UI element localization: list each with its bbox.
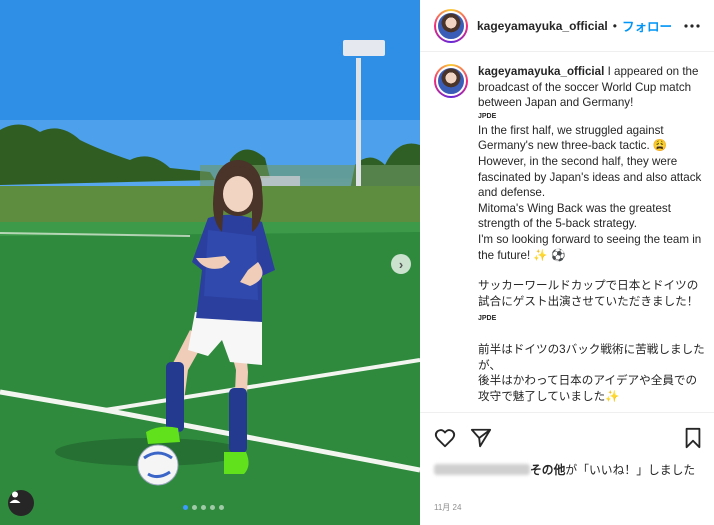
caption-intro: kageyamayuka_official I appeared on the … <box>478 64 706 111</box>
post-date: 11月 24 <box>434 503 462 512</box>
soccer-field-photo <box>0 0 420 525</box>
caption-jp-line1: サッカーワールドカップで日本とドイツの試合にゲスト出演させていただきました！ <box>478 279 699 308</box>
post-sidebar: kageyamayuka_official • フォロー kageyamayuk… <box>420 0 714 525</box>
next-photo-button[interactable]: › <box>391 254 411 274</box>
heart-icon[interactable] <box>434 427 456 449</box>
caption-tag: JPDE <box>478 112 497 120</box>
post-photo[interactable]: › <box>0 0 420 525</box>
caption-en-line2: However, in the second half, they were f… <box>478 154 702 200</box>
carousel-dot <box>210 505 215 510</box>
action-bar <box>420 412 714 462</box>
carousel-dot <box>219 505 224 510</box>
likes-text: が「いいね！」しました <box>565 463 696 477</box>
blurred-username <box>434 464 530 475</box>
caption-text: kageyamayuka_official I appeared on the … <box>478 64 706 412</box>
carousel-dot <box>183 505 188 510</box>
header-username[interactable]: kageyamayuka_official <box>477 19 608 33</box>
chevron-right-icon: › <box>398 256 404 272</box>
post-header: kageyamayuka_official • フォロー <box>420 0 714 52</box>
send-icon[interactable] <box>470 427 492 449</box>
caption-en-line1: In the first half, we struggled against … <box>478 123 668 153</box>
carousel-dot <box>201 505 206 510</box>
likes-others: その他 <box>530 463 566 477</box>
avatar-image <box>436 66 466 96</box>
caption-tag-inline: JPDE <box>478 315 497 323</box>
user-icon <box>9 491 21 503</box>
caption-avatar[interactable] <box>434 64 468 98</box>
carousel-indicator <box>183 505 224 510</box>
caption-en-line3: Mitoma's Wing Back was the greatest stre… <box>478 201 671 231</box>
caption-area: kageyamayuka_official I appeared on the … <box>434 64 710 412</box>
carousel-dot <box>192 505 197 510</box>
caption-en-line4: I'm so looking forward to seeing the tea… <box>478 232 702 262</box>
caption-jp-line3: 後半はかわって日本のアイデアや全員での攻守で魅了していました✨ <box>478 374 698 403</box>
likes-summary[interactable]: その他が「いいね！」しました <box>434 462 704 479</box>
caption-username[interactable]: kageyamayuka_official <box>478 65 604 78</box>
separator-dot: • <box>612 18 617 33</box>
avatar-image <box>436 10 466 41</box>
avatar[interactable] <box>434 8 468 43</box>
caption-jp-line1-wrap: サッカーワールドカップで日本とドイツの試合にゲスト出演させていただきました！ JP… <box>478 278 706 327</box>
more-icon[interactable] <box>684 23 700 28</box>
follow-button[interactable]: フォロー <box>622 16 672 35</box>
bookmark-icon[interactable] <box>682 427 704 449</box>
tagged-users-button[interactable] <box>8 490 34 516</box>
caption-jp-line2: 前半はドイツの3バック戦術に苦戦しましたが、 <box>478 342 705 372</box>
